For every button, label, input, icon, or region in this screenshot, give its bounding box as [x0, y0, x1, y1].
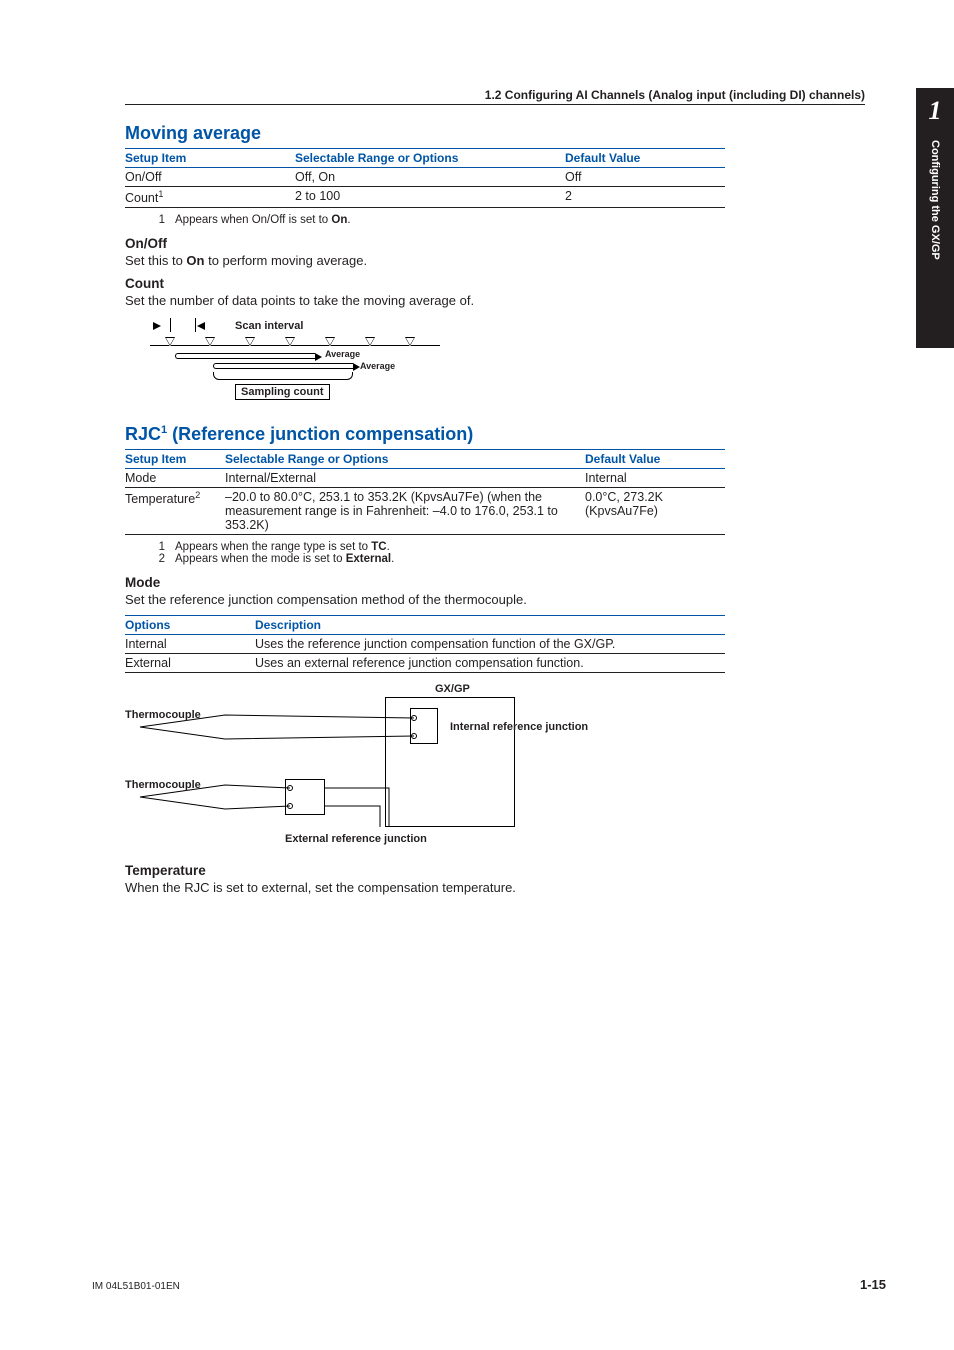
- col-default: Default Value: [565, 149, 725, 168]
- count-heading: Count: [125, 276, 865, 291]
- thermocouple-label-1: Thermocouple: [125, 709, 201, 721]
- average-label-2: Average: [360, 361, 395, 371]
- col-setup-item: Setup Item: [125, 149, 295, 168]
- internal-reference-junction-label: Internal reference junction: [450, 721, 588, 733]
- col-setup-item: Setup Item: [125, 450, 225, 469]
- moving-average-table: Setup Item Selectable Range or Options D…: [125, 148, 725, 208]
- table-row: Mode Internal/External Internal: [125, 469, 725, 488]
- moving-average-diagram: Scan interval Average Average Sampling c…: [135, 316, 475, 406]
- page-content: 1.2 Configuring AI Channels (Analog inpu…: [125, 88, 865, 903]
- chapter-side-tab: 1 Configuring the GX/GP: [916, 88, 954, 348]
- col-range: Selectable Range or Options: [295, 149, 565, 168]
- rjc-table: Setup Item Selectable Range or Options D…: [125, 449, 725, 535]
- count-body: Set the number of data points to take th…: [125, 293, 865, 308]
- table-row: Internal Uses the reference junction com…: [125, 635, 725, 654]
- table-row: On/Off Off, On Off: [125, 168, 725, 187]
- chapter-label: Configuring the GX/GP: [929, 140, 941, 260]
- table-row: External Uses an external reference junc…: [125, 654, 725, 673]
- footer-page: 1-15: [860, 1277, 886, 1292]
- wiring-svg: [125, 683, 645, 853]
- scan-interval-label: Scan interval: [235, 320, 303, 332]
- moving-average-title: Moving average: [125, 123, 865, 144]
- moving-average-footnotes: 1 Appears when On/Off is set to On.: [155, 214, 865, 226]
- rjc-footnotes: 1 Appears when the range type is set to …: [155, 541, 865, 565]
- sampling-count-label: Sampling count: [235, 384, 330, 400]
- chapter-number: 1: [916, 88, 954, 126]
- top-rule: [125, 104, 865, 105]
- thermocouple-label-2: Thermocouple: [125, 779, 201, 791]
- arrow-left-icon: [197, 322, 205, 330]
- running-head: 1.2 Configuring AI Channels (Analog inpu…: [125, 88, 865, 102]
- col-description: Description: [255, 616, 725, 635]
- temperature-heading: Temperature: [125, 863, 865, 878]
- table-row: Count1 2 to 100 2: [125, 187, 725, 208]
- col-default: Default Value: [585, 450, 725, 469]
- col-range: Selectable Range or Options: [225, 450, 585, 469]
- external-reference-junction-label: External reference junction: [285, 833, 427, 845]
- rjc-diagram: GX/GP Thermocouple Thermocouple Internal…: [125, 683, 645, 853]
- onoff-body: Set this to On to perform moving average…: [125, 253, 865, 268]
- mode-options-table: Options Description Internal Uses the re…: [125, 615, 725, 673]
- col-options: Options: [125, 616, 255, 635]
- mode-lead: Set the reference junction compensation …: [125, 592, 865, 607]
- arrow-right-icon: [153, 322, 161, 330]
- onoff-heading: On/Off: [125, 236, 865, 251]
- average-label-1: Average: [325, 349, 360, 359]
- mode-heading: Mode: [125, 575, 865, 590]
- temperature-body: When the RJC is set to external, set the…: [125, 880, 865, 895]
- footer-docid: IM 04L51B01-01EN: [92, 1281, 180, 1292]
- table-row: Temperature2 –20.0 to 80.0°C, 253.1 to 3…: [125, 488, 725, 535]
- rjc-title: RJC1 (Reference junction compensation): [125, 424, 865, 445]
